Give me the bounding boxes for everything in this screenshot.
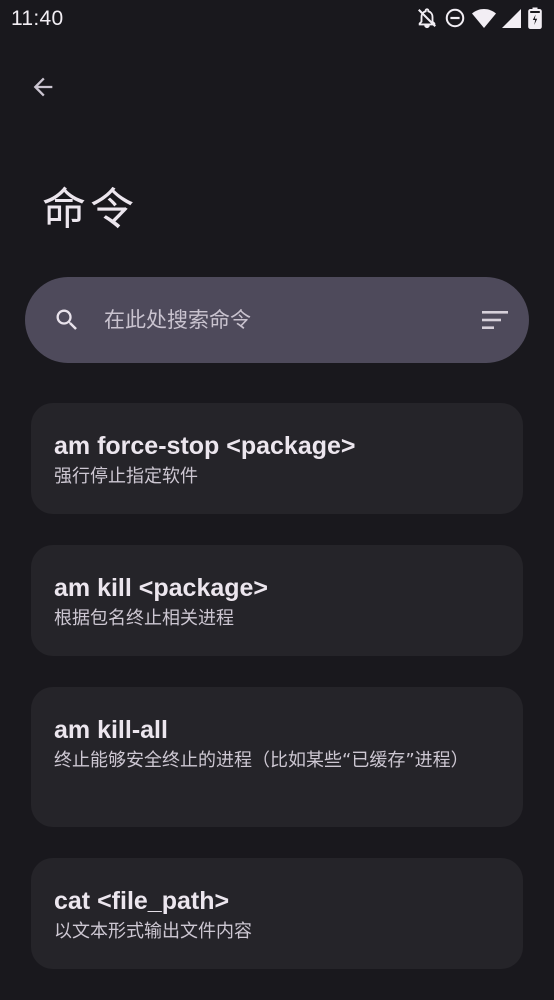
- back-button[interactable]: [24, 68, 62, 106]
- command-card-kill[interactable]: am kill <package> 根据包名终止相关进程: [31, 545, 523, 656]
- command-list: am force-stop <package> 强行停止指定软件 am kill…: [31, 403, 523, 1000]
- do-not-disturb-icon: [444, 7, 466, 29]
- command-name: am force-stop <package>: [54, 432, 356, 460]
- command-description: 终止能够安全终止的进程（比如某些“已缓存”进程）: [54, 750, 469, 771]
- sort-icon: [482, 311, 508, 329]
- sort-button[interactable]: [479, 304, 511, 336]
- search-input[interactable]: [104, 299, 434, 341]
- arrow-back-icon: [33, 77, 53, 97]
- notifications-off-icon: [416, 7, 438, 29]
- wifi-icon: [472, 7, 496, 29]
- cellular-signal-icon: [502, 7, 522, 29]
- command-name: am kill-all: [54, 716, 168, 744]
- command-card-kill-all[interactable]: am kill-all 终止能够安全终止的进程（比如某些“已缓存”进程）: [31, 687, 523, 827]
- battery-icon: [528, 7, 542, 29]
- search-bar[interactable]: [25, 277, 529, 363]
- status-icons: [416, 7, 542, 29]
- page-title: 命令: [42, 184, 138, 235]
- command-description: 根据包名终止相关进程: [54, 608, 234, 629]
- command-description: 以文本形式输出文件内容: [54, 921, 252, 942]
- command-name: am kill <package>: [54, 574, 269, 602]
- command-description: 强行停止指定软件: [54, 466, 198, 487]
- command-card-force-stop[interactable]: am force-stop <package> 强行停止指定软件: [31, 403, 523, 514]
- command-name: cat <file_path>: [54, 887, 230, 915]
- status-bar: 11:40: [0, 0, 554, 38]
- command-card-cat[interactable]: cat <file_path> 以文本形式输出文件内容: [31, 858, 523, 969]
- status-time: 11:40: [11, 7, 64, 30]
- search-icon: [56, 309, 77, 330]
